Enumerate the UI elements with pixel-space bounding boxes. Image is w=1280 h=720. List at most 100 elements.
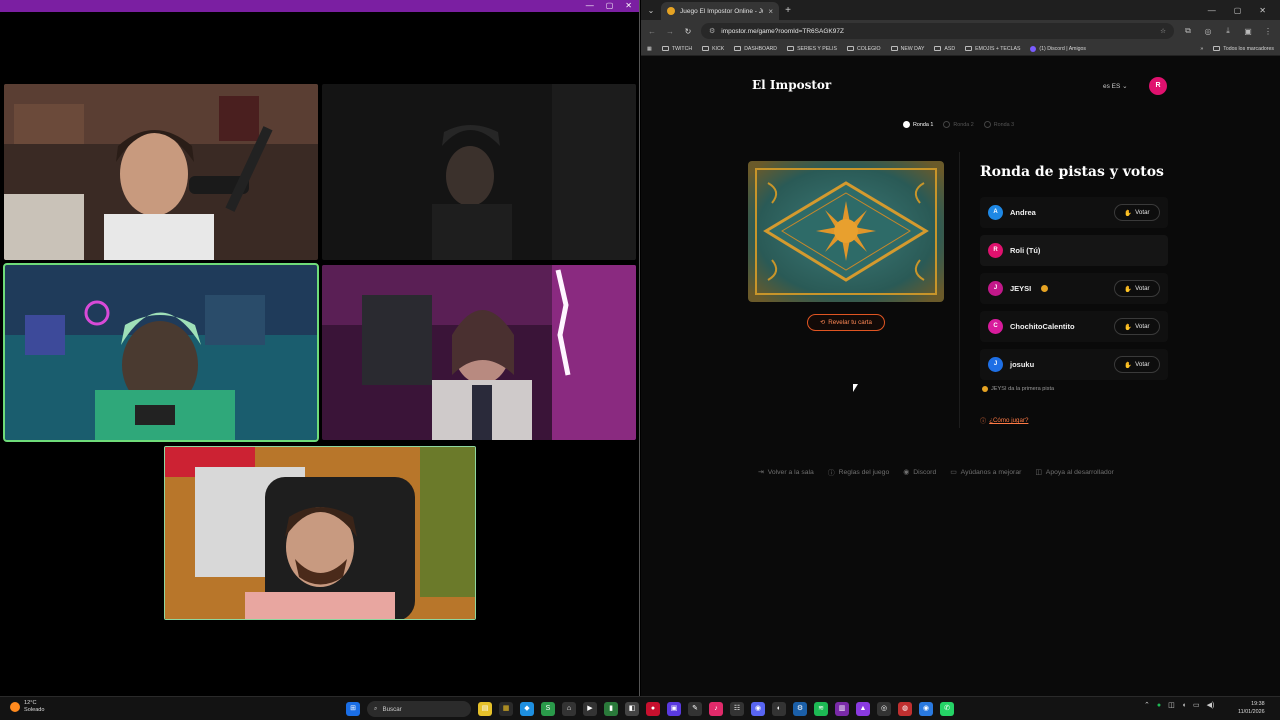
spotify-icon[interactable]: ≋ <box>814 702 828 716</box>
bookmark-newday[interactable]: NEW DAY <box>890 46 924 52</box>
forward-icon[interactable]: → <box>665 27 675 36</box>
bookmark-twitch[interactable]: TWITCH <box>661 46 692 52</box>
app-icon[interactable]: ◎ <box>877 702 891 716</box>
app-icon[interactable]: S <box>541 702 555 716</box>
site-info-icon[interactable]: ⚙ <box>709 27 715 35</box>
bookmark-series[interactable]: SERIES Y PELIS <box>787 46 837 52</box>
chrome-icon[interactable]: ◉ <box>919 702 933 716</box>
app-icon[interactable]: ⌂ <box>562 702 576 716</box>
bookmark-kick[interactable]: KICK <box>702 46 724 52</box>
user-avatar[interactable]: R <box>1149 77 1167 95</box>
sun-icon <box>10 702 20 712</box>
close-button[interactable]: ✕ <box>625 0 632 12</box>
reload-icon[interactable]: ↻ <box>683 27 693 36</box>
weather-widget[interactable]: 12°C Soleado <box>10 700 45 714</box>
vote-button[interactable]: ✋ Votar <box>1114 318 1160 335</box>
round-dot-icon <box>943 121 951 128</box>
app-icon[interactable]: ◆ <box>520 702 534 716</box>
minimize-button[interactable]: — <box>1208 6 1216 15</box>
close-tab-icon[interactable]: × <box>768 7 773 16</box>
folder-icon <box>965 46 973 51</box>
download-icon[interactable]: ⤓ <box>1222 26 1234 36</box>
bookmark-colegio[interactable]: COLEGIO <box>846 46 881 52</box>
minimize-button[interactable]: — <box>586 0 594 12</box>
new-tab-button[interactable]: + <box>779 5 797 16</box>
how-to-play-label: ¿Cómo jugar? <box>989 417 1029 424</box>
app-icon[interactable]: ♪ <box>709 702 723 716</box>
clock[interactable]: 19:38 11/01/2026 <box>1238 700 1265 716</box>
language-select[interactable]: es ES ⌄ <box>1103 82 1128 90</box>
volume-icon[interactable]: ◀) <box>1207 701 1215 709</box>
round-2: Ronda 2 <box>943 121 974 128</box>
vote-button[interactable]: ✋ Votar <box>1114 280 1160 297</box>
apps-icon[interactable]: ▦ <box>647 46 652 52</box>
secret-card[interactable] <box>748 161 944 302</box>
video-feed <box>165 447 475 619</box>
app-icon[interactable]: ◍ <box>898 702 912 716</box>
language-value: es ES <box>1103 83 1121 90</box>
file-explorer-icon[interactable]: ▤ <box>478 702 492 716</box>
bookmark-asd[interactable]: ASD <box>934 46 955 52</box>
steam-icon[interactable]: ⚙ <box>793 702 807 716</box>
network-icon[interactable]: ▭ <box>1193 701 1200 709</box>
url-field[interactable]: ⚙ impostor.me/game?roomId=TR6SAGK97Z ☆ <box>701 23 1174 39</box>
bookmark-emojis[interactable]: EMOJIS + TECLAS <box>965 46 1020 52</box>
app-icon[interactable]: ◧ <box>625 702 639 716</box>
bookmark-label: SERIES Y PELIS <box>797 45 837 52</box>
footer-link-label: Reglas del juego <box>838 468 890 476</box>
app-icon[interactable]: ▲ <box>856 702 870 716</box>
windows-start-icon[interactable]: ⊞ <box>346 702 360 716</box>
incognito-icon[interactable]: ◎ <box>1202 27 1214 36</box>
folder-icon <box>1213 46 1221 51</box>
tab-impostor[interactable]: Juego El Impostor Online - Jug × <box>661 2 779 20</box>
spotify-tray-icon[interactable]: ● <box>1157 702 1161 709</box>
folder-icon <box>661 46 669 51</box>
mic-icon[interactable]: ◖ <box>1182 702 1186 709</box>
video-tile-4[interactable] <box>322 265 636 440</box>
bookmark-dashboard[interactable]: DASHBOARD <box>734 46 777 52</box>
vote-button[interactable]: ✋ Votar <box>1114 204 1160 221</box>
video-tile-5[interactable] <box>164 446 476 620</box>
video-tile-3[interactable] <box>3 263 319 442</box>
tray-icon[interactable]: ◫ <box>1168 701 1175 709</box>
vote-button[interactable]: ✋ Votar <box>1114 356 1160 373</box>
reveal-card-button[interactable]: ⟲ Revelar tu carta <box>807 314 885 331</box>
video-tile-2[interactable] <box>322 84 636 260</box>
app-icon[interactable]: ✎ <box>688 702 702 716</box>
how-to-play-link[interactable]: ⓘ ¿Cómo jugar? <box>980 416 1028 425</box>
discord-icon[interactable]: ◉ <box>751 702 765 716</box>
bookmark-discord[interactable]: (1) Discord | Amigos <box>1030 45 1086 52</box>
rules-link[interactable]: ⓘ Reglas del juego <box>828 467 890 478</box>
folder-icon <box>934 46 942 51</box>
brand-logo[interactable]: El Impostor <box>752 78 831 92</box>
vote-label: Votar <box>1135 209 1150 216</box>
app-icon[interactable]: ◐ <box>772 702 786 716</box>
app-icon[interactable]: ▣ <box>667 702 681 716</box>
extensions-icon[interactable]: ⧉ <box>1182 26 1194 36</box>
app-icon[interactable]: ▶ <box>583 702 597 716</box>
folder-icon[interactable]: ▦ <box>499 702 513 716</box>
back-icon[interactable]: ← <box>647 27 657 36</box>
bookmark-star-icon[interactable]: ☆ <box>1160 27 1166 35</box>
maximize-button[interactable]: ▢ <box>606 0 614 12</box>
tab-search-icon[interactable]: ⌄ <box>641 6 661 15</box>
menu-icon[interactable]: ⋮ <box>1262 27 1274 36</box>
feedback-link[interactable]: ▭ Ayúdanos a mejorar <box>950 467 1021 477</box>
back-to-room-link[interactable]: ⇥ Volver a la sala <box>758 467 814 477</box>
panel-title: Ronda de pistas y votos <box>980 164 1164 180</box>
close-button[interactable]: ✕ <box>1259 6 1266 15</box>
app-icon[interactable]: ▥ <box>835 702 849 716</box>
all-bookmarks[interactable]: Todos los marcadores <box>1213 46 1274 52</box>
support-dev-link[interactable]: ◫ Apoya al desarrollador <box>1035 467 1113 477</box>
whatsapp-icon[interactable]: ✆ <box>940 702 954 716</box>
bookmarks-more-icon[interactable]: » <box>1200 46 1203 52</box>
discord-link[interactable]: ◉ Discord <box>903 467 936 477</box>
tray-chevron-icon[interactable]: ⌃ <box>1144 701 1150 709</box>
taskbar-search[interactable]: ⌕ Buscar <box>367 701 471 717</box>
video-tile-1[interactable] <box>4 84 318 260</box>
maximize-button[interactable]: ▢ <box>1234 6 1242 15</box>
profile-icon[interactable]: ▣ <box>1242 27 1254 36</box>
app-icon[interactable]: ☷ <box>730 702 744 716</box>
app-icon[interactable]: ▮ <box>604 702 618 716</box>
obs-icon[interactable]: ● <box>646 702 660 716</box>
